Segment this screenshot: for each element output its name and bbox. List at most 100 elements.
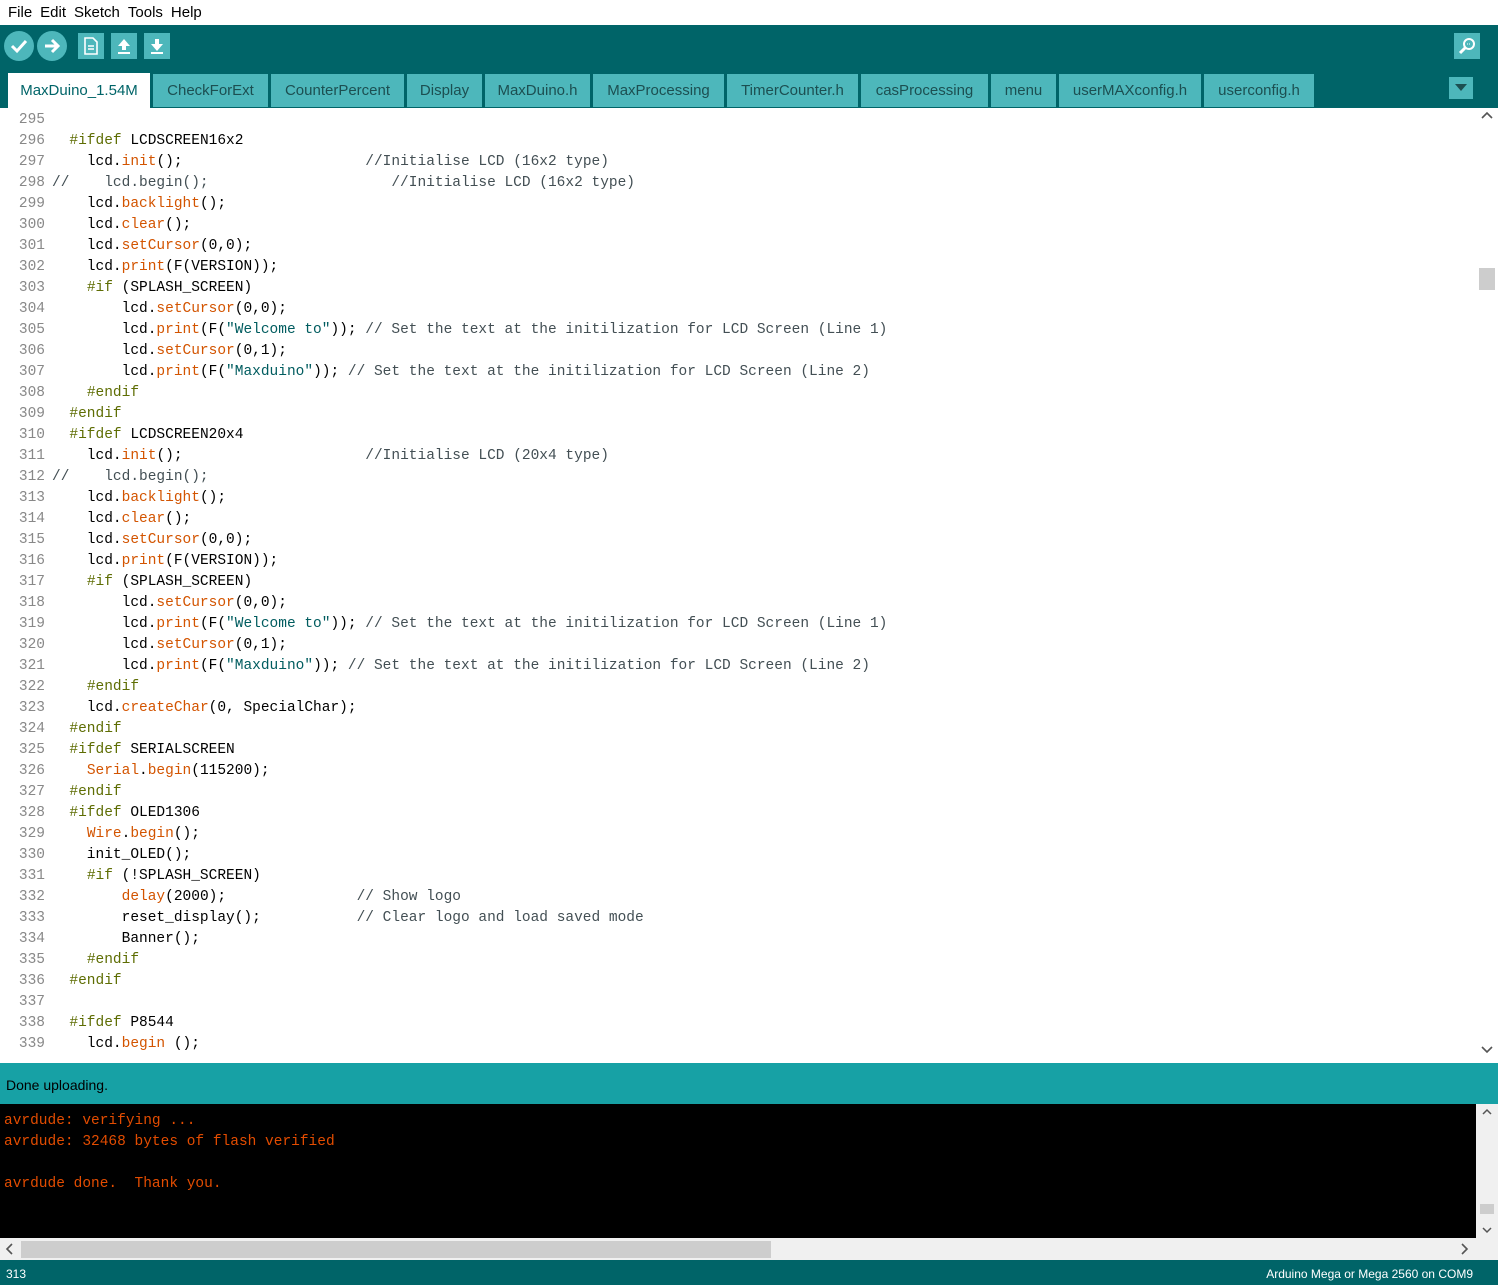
code-line[interactable]: 310 #ifdef LCDSCREEN20x4 [0,425,1470,446]
code-line[interactable]: 311 lcd.init(); //Initialise LCD (20x4 t… [0,446,1470,467]
code-line[interactable]: 327 #endif [0,782,1470,803]
code-text: #ifdef SERIALSCREEN [45,740,234,761]
code-token: Banner(); [52,931,200,947]
code-line[interactable]: 336 #endif [0,971,1470,992]
code-line[interactable]: 329 Wire.begin(); [0,824,1470,845]
code-line[interactable]: 305 lcd.print(F("Welcome to")); // Set t… [0,320,1470,341]
status-message: Done uploading. [6,1077,108,1093]
code-line[interactable]: 315 lcd.setCursor(0,0); [0,530,1470,551]
serial-monitor-button[interactable] [1454,33,1480,59]
scroll-right-icon[interactable] [1461,1243,1469,1255]
code-line[interactable]: 328 #ifdef OLED1306 [0,803,1470,824]
line-number: 301 [18,238,45,254]
code-line[interactable]: 301 lcd.setCursor(0,0); [0,236,1470,257]
code-line[interactable]: 335 #endif [0,950,1470,971]
code-line[interactable]: 333 reset_display(); // Clear logo and l… [0,908,1470,929]
code-line[interactable]: 304 lcd.setCursor(0,0); [0,299,1470,320]
scroll-down-icon[interactable] [1481,1046,1493,1054]
tab-timercounter-h[interactable]: TimerCounter.h [727,74,858,107]
code-line[interactable]: 299 lcd.backlight(); [0,194,1470,215]
code-line[interactable]: 308 #endif [0,383,1470,404]
code-token: (); [156,154,366,170]
new-button[interactable] [78,33,104,59]
editor-vertical-scrollbar[interactable] [1476,108,1498,1058]
code-line[interactable]: 296 #ifdef LCDSCREEN16x2 [0,131,1470,152]
tab-display[interactable]: Display [407,74,482,107]
editor-scroll-thumb[interactable] [1479,268,1495,290]
code-line[interactable]: 303 #if (SPLASH_SCREEN) [0,278,1470,299]
menu-sketch[interactable]: Sketch [70,0,124,25]
code-line[interactable]: 309 #endif [0,404,1470,425]
scroll-up-icon[interactable] [1481,111,1493,119]
save-button[interactable] [144,33,170,59]
code-line[interactable]: 318 lcd.setCursor(0,0); [0,593,1470,614]
code-line[interactable]: 339 lcd.begin (); [0,1034,1470,1055]
code-line[interactable]: 325 #ifdef SERIALSCREEN [0,740,1470,761]
code-token: (F( [199,322,227,338]
code-line[interactable]: 322 #endif [0,677,1470,698]
tab-checkforext[interactable]: CheckForExt [153,74,268,107]
code-line[interactable]: 334 Banner(); [0,929,1470,950]
menu-file[interactable]: File [4,0,36,25]
tab-menu[interactable]: menu [991,74,1056,107]
code-text: #endif [45,719,121,740]
code-line[interactable]: 330 init_OLED(); [0,845,1470,866]
tab-casprocessing[interactable]: casProcessing [861,74,988,107]
code-line[interactable]: 307 lcd.print(F("Maxduino")); // Set the… [0,362,1470,383]
tab-usermaxconfig-h[interactable]: userMAXconfig.h [1059,74,1201,107]
code-line[interactable]: 312 // lcd.begin(); [0,467,1470,488]
code-line[interactable]: 300 lcd.clear(); [0,215,1470,236]
code-line[interactable]: 332 delay(2000); // Show logo [0,887,1470,908]
line-number: 302 [18,259,45,275]
scroll-down-icon[interactable] [1482,1227,1492,1234]
menu-tools[interactable]: Tools [124,0,167,25]
status-bar: Done uploading. [0,1063,1498,1104]
code-line[interactable]: 298 // lcd.begin(); //Initialise LCD (16x… [0,173,1470,194]
code-line[interactable]: 317 #if (SPLASH_SCREEN) [0,572,1470,593]
horizontal-scroll-thumb[interactable] [21,1241,771,1258]
line-number: 330 [18,847,45,863]
code-text: lcd.backlight(); [45,488,226,509]
console-output[interactable]: avrdude: verifying ... avrdude: 32468 by… [0,1104,1476,1238]
scroll-left-icon[interactable] [5,1243,13,1255]
code-line[interactable]: 320 lcd.setCursor(0,1); [0,635,1470,656]
code-line[interactable]: 324 #endif [0,719,1470,740]
code-text: lcd.clear(); [45,215,191,236]
code-line[interactable]: 306 lcd.setCursor(0,1); [0,341,1470,362]
console-scroll-thumb[interactable] [1480,1204,1494,1214]
scroll-up-icon[interactable] [1482,1108,1492,1115]
code-token: (F(VERSION)); [165,553,279,569]
upload-button[interactable] [37,31,67,61]
code-line[interactable]: 295 [0,110,1470,131]
code-line[interactable]: 323 lcd.createChar(0, SpecialChar); [0,698,1470,719]
menu-edit[interactable]: Edit [36,0,70,25]
code-line[interactable]: 338 #ifdef P8544 [0,1013,1470,1034]
open-button[interactable] [111,33,137,59]
code-line[interactable]: 319 lcd.print(F("Welcome to")); // Set t… [0,614,1470,635]
verify-button[interactable] [4,31,34,61]
tab-maxprocessing[interactable]: MaxProcessing [593,74,724,107]
code-line[interactable]: 331 #if (!SPLASH_SCREEN) [0,866,1470,887]
code-line[interactable]: 316 lcd.print(F(VERSION)); [0,551,1470,572]
code-line[interactable]: 302 lcd.print(F(VERSION)); [0,257,1470,278]
code-line[interactable]: 321 lcd.print(F("Maxduino")); // Set the… [0,656,1470,677]
tab-maxduino-1-54m[interactable]: MaxDuino_1.54M [8,73,150,108]
console-vertical-scrollbar[interactable] [1476,1104,1498,1238]
line-number: 333 [18,910,45,926]
tab-list-dropdown-button[interactable] [1449,77,1473,99]
line-number: 299 [18,196,45,212]
code-line[interactable]: 326 Serial.begin(115200); [0,761,1470,782]
menu-help[interactable]: Help [167,0,206,25]
code-line[interactable]: 297 lcd.init(); //Initialise LCD (16x2 t… [0,152,1470,173]
tab-userconfig-h[interactable]: userconfig.h [1204,74,1314,107]
code-token: backlight [121,490,200,506]
tab-maxduino-h[interactable]: MaxDuino.h [485,74,590,107]
code-text: // lcd.begin(); //Initialise LCD (16x2 t… [45,173,635,194]
code-line[interactable]: 314 lcd.clear(); [0,509,1470,530]
code-line[interactable]: 337 [0,992,1470,1013]
horizontal-scrollbar[interactable] [0,1238,1476,1260]
code-line[interactable]: 313 lcd.backlight(); [0,488,1470,509]
tab-counterpercent[interactable]: CounterPercent [271,74,404,107]
code-editor[interactable]: 295 296 #ifdef LCDSCREEN16x2 297 lcd.init(… [0,108,1498,1058]
